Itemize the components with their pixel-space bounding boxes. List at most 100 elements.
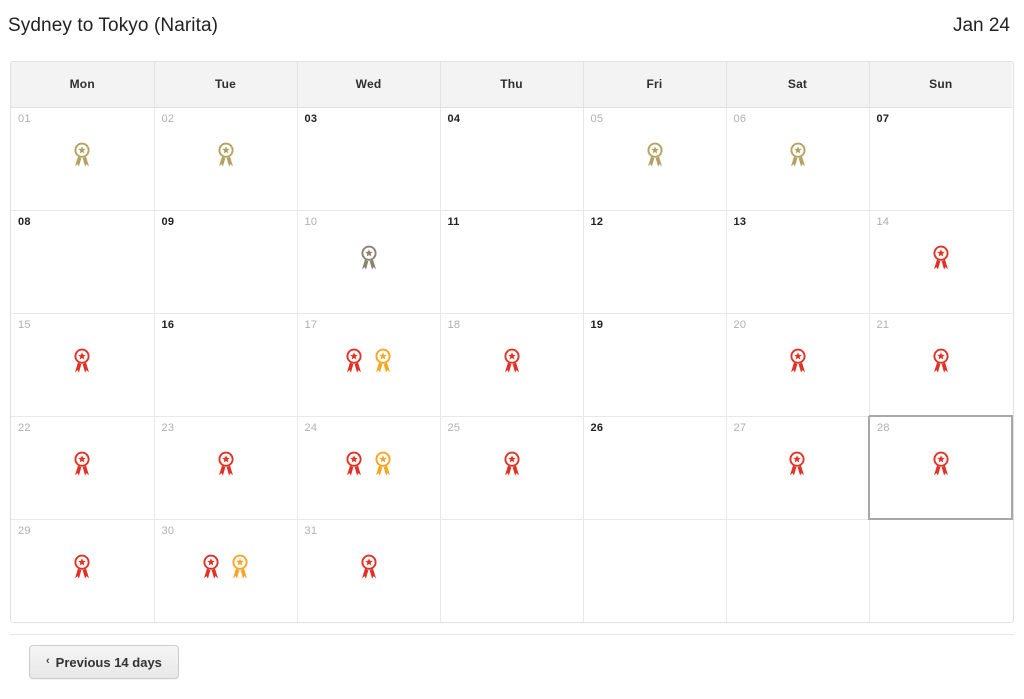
calendar-day-cell-empty	[869, 519, 1012, 622]
award-rosette-icon-red[interactable]	[72, 554, 92, 580]
calendar-day-cell-04[interactable]: 04	[440, 107, 584, 211]
day-number: 10	[304, 215, 318, 228]
award-rosette-icon-gold[interactable]	[216, 142, 236, 168]
day-number: 07	[876, 112, 890, 125]
calendar-page: Sydney to Tokyo (Narita) Jan 24 Mon Tue We…	[0, 0, 1024, 699]
award-rosette-icon-red[interactable]	[502, 451, 522, 477]
calendar-day-cell-27[interactable]: 27	[726, 416, 870, 520]
calendar-day-cell-24[interactable]: 24	[297, 416, 441, 520]
calendar-day-cell-26[interactable]: 26	[583, 416, 727, 520]
day-number: 01	[18, 112, 31, 125]
calendar-day-cell-empty	[440, 519, 584, 622]
calendar-day-cell-08[interactable]: 08	[11, 210, 155, 314]
day-number: 22	[18, 421, 31, 434]
award-rosette-icon-red[interactable]	[931, 348, 951, 374]
award-rosette-icon-orange[interactable]	[373, 451, 393, 477]
day-number: 16	[161, 318, 175, 331]
calendar-day-cell-empty	[583, 519, 727, 622]
award-rosette-icon-orange[interactable]	[230, 554, 250, 580]
award-rosette-icon-gray[interactable]	[359, 245, 379, 271]
calendar-day-cell-17[interactable]: 17	[297, 313, 441, 417]
award-rosette-icon-gold[interactable]	[788, 142, 808, 168]
calendar-day-cell-23[interactable]: 23	[154, 416, 298, 520]
calendar-day-cell-10[interactable]: 10	[297, 210, 441, 314]
calendar-day-cell-01[interactable]: 01	[11, 107, 155, 211]
calendar-day-cell-28[interactable]: 28	[868, 415, 1013, 520]
award-rosette-icon-orange[interactable]	[373, 348, 393, 374]
award-rosette-icon-red[interactable]	[359, 554, 379, 580]
calendar-day-cell-empty	[726, 519, 870, 622]
day-number: 24	[304, 421, 318, 434]
calendar-day-cell-12[interactable]: 12	[583, 210, 727, 314]
day-icons	[727, 142, 869, 168]
award-rosette-icon-red[interactable]	[216, 451, 236, 477]
calendar-day-cell-21[interactable]: 21	[869, 313, 1013, 417]
calendar-footer: ‹ Previous 14 days	[10, 634, 1014, 689]
weekday-header-sat: Sat	[726, 62, 870, 108]
calendar-day-cell-18[interactable]: 18	[440, 313, 584, 417]
calendar-day-cell-13[interactable]: 13	[726, 210, 870, 314]
calendar-day-cell-25[interactable]: 25	[440, 416, 584, 520]
calendar-week-row: 08 09 10 11 12 13 14	[11, 210, 1012, 314]
day-icons	[11, 451, 154, 477]
page-header: Sydney to Tokyo (Narita) Jan 24	[0, 4, 1024, 48]
chevron-left-icon: ‹	[46, 654, 50, 667]
award-rosette-icon-red[interactable]	[72, 451, 92, 477]
day-icons	[155, 554, 297, 580]
day-number: 04	[447, 112, 461, 125]
day-number: 26	[590, 421, 604, 434]
calendar-week-row: 15 16 17 18 19 20 21	[11, 313, 1013, 417]
day-icons	[584, 142, 726, 168]
calendar-day-cell-30[interactable]: 30	[154, 519, 298, 622]
calendar-day-cell-22[interactable]: 22	[11, 416, 155, 520]
day-number: 28	[877, 422, 890, 434]
calendar-day-cell-03[interactable]: 03	[297, 107, 441, 211]
award-rosette-icon-red[interactable]	[931, 245, 951, 271]
day-number: 08	[18, 215, 31, 228]
calendar-day-cell-15[interactable]: 15	[11, 313, 155, 417]
weekday-header-wed: Wed	[297, 62, 441, 108]
previous-14-days-label: Previous 14 days	[55, 654, 162, 670]
day-number: 19	[590, 318, 604, 331]
calendar-day-cell-19[interactable]: 19	[583, 313, 727, 417]
calendar-day-cell-14[interactable]: 14	[869, 210, 1012, 314]
day-number: 06	[733, 112, 747, 125]
calendar-day-cell-11[interactable]: 11	[440, 210, 584, 314]
award-rosette-icon-red[interactable]	[344, 348, 364, 374]
day-icons	[298, 554, 440, 580]
day-icons	[870, 348, 1013, 374]
day-icons	[11, 348, 154, 374]
weekday-header-mon: Mon	[11, 62, 155, 108]
day-icons	[441, 451, 583, 477]
calendar-day-cell-07[interactable]: 07	[869, 107, 1012, 211]
calendar-day-cell-05[interactable]: 05	[583, 107, 727, 211]
day-number: 05	[590, 112, 604, 125]
calendar-day-cell-16[interactable]: 16	[154, 313, 298, 417]
day-icons	[298, 348, 440, 374]
day-number: 23	[161, 421, 175, 434]
day-number: 31	[304, 524, 318, 537]
day-number: 20	[733, 318, 747, 331]
calendar-day-cell-20[interactable]: 20	[726, 313, 870, 417]
day-number: 02	[161, 112, 175, 125]
calendar-body: 01 02 03 04 05 06 07 08 09 10 11 12 13 14 15 16 17 18 19 20…	[11, 107, 1013, 622]
award-rosette-icon-red[interactable]	[201, 554, 221, 580]
award-rosette-icon-red[interactable]	[344, 451, 364, 477]
calendar-day-cell-29[interactable]: 29	[11, 519, 155, 622]
calendar-day-cell-02[interactable]: 02	[154, 107, 298, 211]
calendar-day-cell-06[interactable]: 06	[726, 107, 870, 211]
award-rosette-icon-gold[interactable]	[645, 142, 665, 168]
award-rosette-icon-red[interactable]	[788, 348, 808, 374]
calendar-day-cell-09[interactable]: 09	[154, 210, 298, 314]
award-rosette-icon-red[interactable]	[72, 348, 92, 374]
award-rosette-icon-gold[interactable]	[72, 142, 92, 168]
previous-14-days-button[interactable]: ‹ Previous 14 days	[29, 645, 179, 679]
calendar-day-cell-31[interactable]: 31	[297, 519, 441, 622]
day-icons	[441, 348, 583, 374]
day-number: 18	[447, 318, 461, 331]
award-rosette-icon-red[interactable]	[787, 451, 807, 477]
day-number: 27	[733, 421, 747, 434]
award-rosette-icon-red[interactable]	[502, 348, 522, 374]
award-rosette-icon-red[interactable]	[931, 451, 951, 477]
day-icons	[155, 142, 297, 168]
